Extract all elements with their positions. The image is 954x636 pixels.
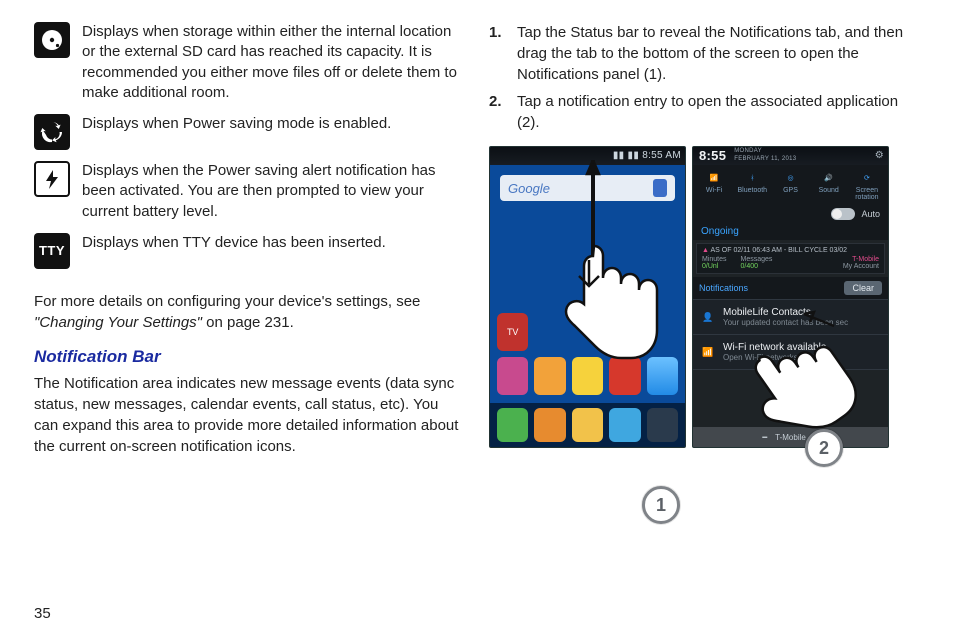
callout-1: 1 (642, 486, 680, 524)
icon-desc-tty: Displays when TTY device has been insert… (82, 233, 386, 253)
auto-brightness-switch[interactable] (831, 208, 855, 220)
search-placeholder: Google (508, 181, 550, 196)
status-time-2: 8:55 (699, 147, 726, 165)
right-column: 1. Tap the Status bar to reveal the Noti… (489, 22, 920, 626)
toggle-sound[interactable]: 🔊Sound (811, 169, 847, 201)
toggle-rotation[interactable]: ⟳Screen rotation (849, 169, 885, 201)
quick-toggles: 📶Wi-Fi ᚼBluetooth ◎GPS 🔊Sound ⟳Screen ro… (693, 165, 888, 205)
icon-row-power-save: Displays when Power saving mode is enabl… (34, 114, 465, 150)
usage-line1: AS OF 02/11 06:43 AM - BILL CYCLE 03/02 (711, 247, 848, 254)
tty-label: TTY (39, 243, 65, 258)
status-date: FEBRUARY 11, 2013 (734, 156, 796, 162)
tap-arrow-icon (794, 306, 840, 334)
notifications-label: Notifications (699, 283, 748, 293)
status-day: MONDAY (734, 148, 762, 154)
storage-full-icon (34, 22, 70, 58)
step-2-num: 2. (489, 91, 507, 133)
power-saving-alert-icon (34, 161, 70, 197)
app-tv[interactable]: TV (497, 313, 528, 351)
ref-tail: on page 231. (202, 314, 294, 331)
section-body-notification-bar: The Notification area indicates new mess… (34, 373, 465, 457)
contacts-icon: 👤 (699, 308, 717, 326)
down-arrow-icon (569, 258, 609, 292)
toggle-gps[interactable]: ◎GPS (772, 169, 808, 201)
step-1-num: 1. (489, 22, 507, 85)
step-2-text: Tap a notification entry to open the ass… (517, 91, 920, 133)
ongoing-label: Ongoing (693, 223, 888, 240)
app-tmobile-tv[interactable] (497, 357, 528, 395)
toggle-bluetooth[interactable]: ᚼBluetooth (734, 169, 770, 201)
drag-hand-icon (549, 160, 679, 440)
power-saving-icon (34, 114, 70, 150)
configure-settings-reference: For more details on configuring your dev… (34, 291, 465, 333)
settings-gear-icon[interactable]: ⚙ (875, 147, 884, 165)
clear-button[interactable]: Clear (844, 281, 882, 295)
icon-desc-power-alert: Displays when the Power saving alert not… (82, 161, 465, 222)
icon-row-tty: TTY Displays when TTY device has been in… (34, 233, 465, 269)
step-2: 2. Tap a notification entry to open the … (489, 91, 920, 133)
status-bar-2: 8:55 MONDAY FEBRUARY 11, 2013 ⚙ (693, 147, 888, 165)
tty-icon: TTY (34, 233, 70, 269)
icon-row-storage: Displays when storage within either the … (34, 22, 465, 103)
auto-label: Auto (861, 209, 880, 219)
section-title-notification-bar: Notification Bar (34, 347, 465, 367)
ref-title: "Changing Your Settings" (34, 314, 202, 331)
figure-notification-bar: ▮▮ ▮▮ 8:55 AM Google TV (489, 146, 920, 448)
brightness-row[interactable]: Auto (693, 205, 888, 223)
step-list: 1. Tap the Status bar to reveal the Noti… (489, 22, 920, 133)
icon-desc-power-save: Displays when Power saving mode is enabl… (82, 114, 391, 134)
icon-desc-storage: Displays when storage within either the … (82, 22, 465, 103)
icon-row-power-alert: Displays when the Power saving alert not… (34, 161, 465, 222)
usage-card[interactable]: ▲ AS OF 02/11 06:43 AM - BILL CYCLE 03/0… (696, 243, 885, 274)
dock-phone[interactable] (497, 408, 528, 442)
left-column: Displays when storage within either the … (34, 22, 465, 626)
callout-2: 2 (805, 429, 843, 467)
wifi-icon: 📶 (699, 343, 717, 361)
step-1-text: Tap the Status bar to reveal the Notific… (517, 22, 920, 85)
step-1: 1. Tap the Status bar to reveal the Noti… (489, 22, 920, 85)
page-number: 35 (34, 605, 51, 622)
ref-lead: For more details on configuring your dev… (34, 293, 420, 310)
toggle-wifi[interactable]: 📶Wi-Fi (696, 169, 732, 201)
